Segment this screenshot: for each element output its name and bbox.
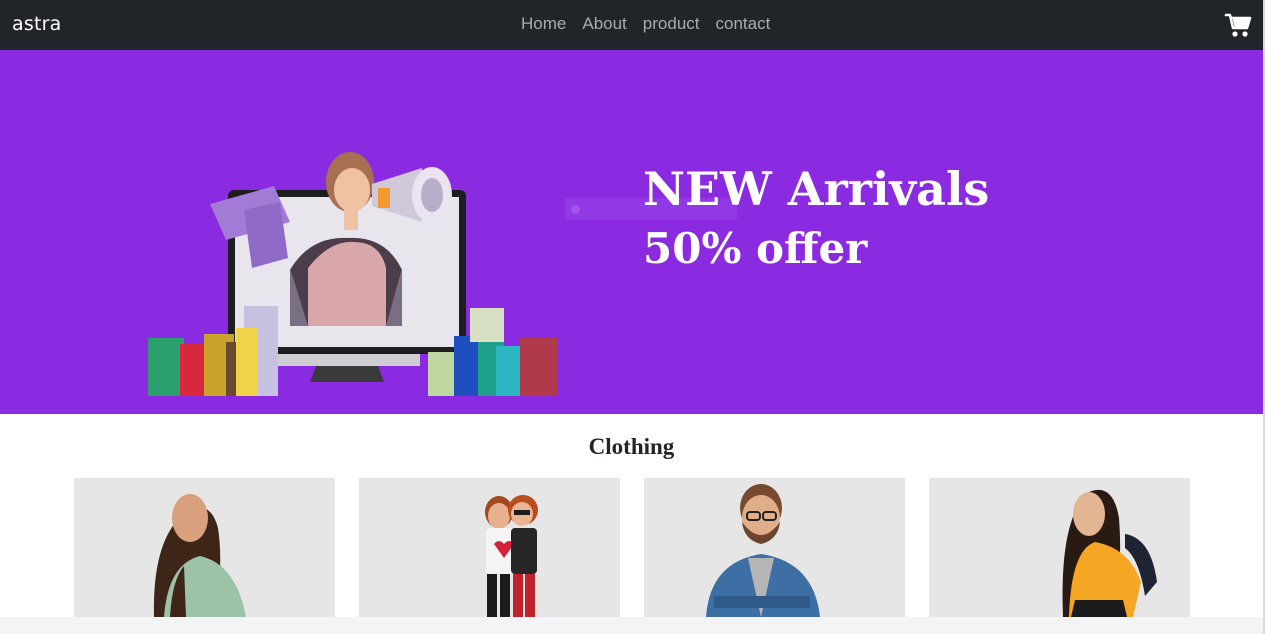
clothing-card-woman-yellow[interactable] xyxy=(929,478,1190,617)
nav-links: Home About product contact xyxy=(513,14,778,34)
woman-green-sweater-photo xyxy=(153,494,246,617)
man-plaid-shirt-photo xyxy=(706,484,820,617)
shopping-cart-icon[interactable] xyxy=(1224,11,1252,39)
nav-link-contact[interactable]: contact xyxy=(708,14,779,34)
page: astra Home About product contact NEW Arr… xyxy=(0,0,1263,617)
hero-title: NEW Arrivals xyxy=(643,162,990,216)
hero-banner: NEW Arrivals 50% offer xyxy=(0,50,1263,414)
clothing-card-woman[interactable] xyxy=(74,478,335,617)
clothing-cards xyxy=(74,478,1190,617)
woman-yellow-tshirt-photo xyxy=(1062,489,1157,617)
hero-text: NEW Arrivals 50% offer xyxy=(643,160,989,280)
nav-link-product[interactable]: product xyxy=(635,14,708,34)
section-title-clothing: Clothing xyxy=(588,434,675,459)
clothing-card-kids[interactable] xyxy=(359,478,620,617)
brand-logo[interactable]: astra xyxy=(12,13,61,35)
kids-couple-photo xyxy=(485,495,538,617)
faded-dot-icon xyxy=(571,204,580,214)
hero-illustration xyxy=(140,90,570,410)
navbar: astra Home About product contact xyxy=(0,0,1263,50)
clothing-card-man[interactable] xyxy=(644,478,905,617)
nav-link-home[interactable]: Home xyxy=(513,14,574,34)
hero-offer: 50% offer xyxy=(643,224,868,273)
nav-link-about[interactable]: About xyxy=(574,14,634,34)
